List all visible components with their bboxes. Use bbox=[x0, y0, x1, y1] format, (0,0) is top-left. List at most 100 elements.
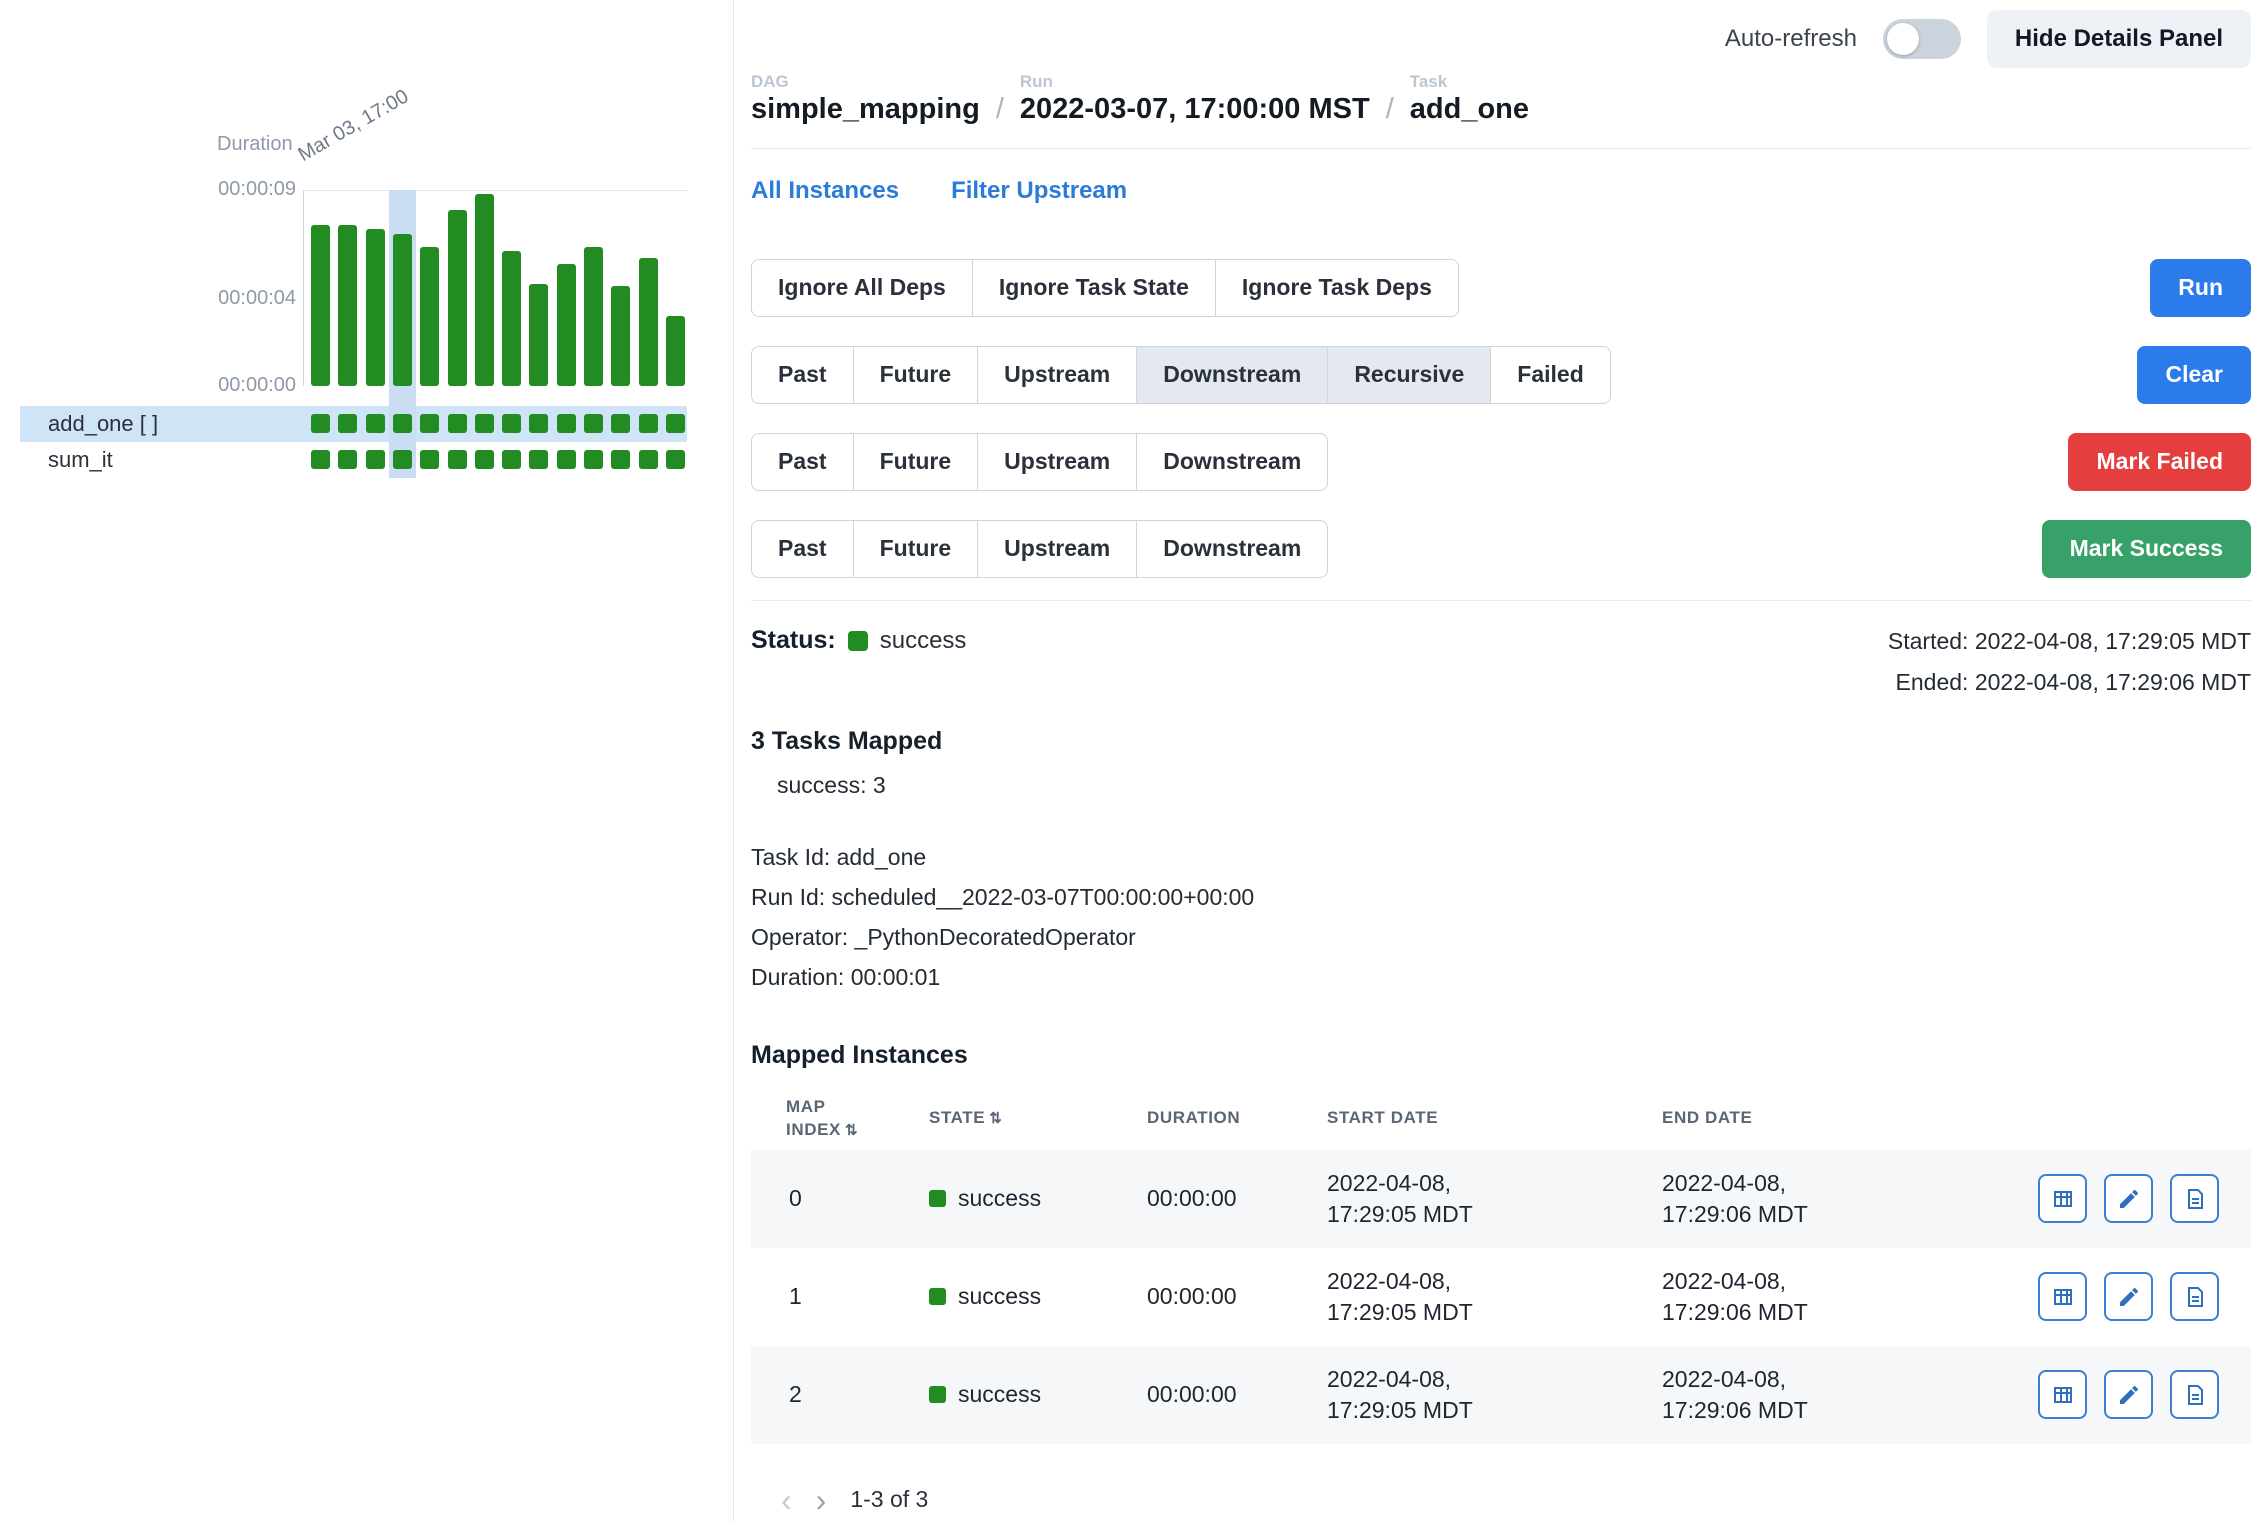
task-instance-square-success[interactable] bbox=[639, 450, 658, 469]
task-instance-square-success[interactable] bbox=[529, 414, 548, 433]
toggle-ignore-all-deps[interactable]: Ignore All Deps bbox=[751, 259, 973, 317]
action-row: PastFutureUpstreamDownstream Mark Failed bbox=[751, 433, 2251, 491]
mark-success-button[interactable]: Mark Success bbox=[2042, 520, 2251, 578]
task-instance-square-success[interactable] bbox=[611, 450, 630, 469]
grid-button[interactable] bbox=[2038, 1174, 2087, 1223]
mapped-instance-row: 2success00:00:002022-04-08, 17:29:05 MDT… bbox=[751, 1346, 2251, 1444]
duration-bar[interactable] bbox=[611, 286, 630, 386]
grid-button[interactable] bbox=[2038, 1272, 2087, 1321]
task-instance-square-success[interactable] bbox=[557, 450, 576, 469]
duration-bar[interactable] bbox=[366, 229, 385, 386]
duration-bar[interactable] bbox=[557, 264, 576, 386]
breadcrumb-task[interactable]: Task add_one bbox=[1410, 72, 1529, 126]
toggle-past[interactable]: Past bbox=[751, 433, 854, 491]
grid-panel: Duration Mar 03, 17:00 00:00:0000:00:040… bbox=[0, 0, 734, 1522]
duration-bar[interactable] bbox=[393, 234, 412, 386]
header-divider bbox=[751, 148, 2251, 149]
pagination-prev-icon[interactable]: ‹ bbox=[781, 1484, 792, 1516]
breadcrumb-dag[interactable]: DAG simple_mapping bbox=[751, 72, 980, 126]
log-button[interactable] bbox=[2170, 1370, 2219, 1419]
task-instance-square-success[interactable] bbox=[338, 450, 357, 469]
hide-details-panel-button[interactable]: Hide Details Panel bbox=[1987, 10, 2251, 68]
log-icon bbox=[2183, 1187, 2207, 1211]
toggle-downstream[interactable]: Downstream bbox=[1136, 346, 1328, 404]
duration-bar[interactable] bbox=[666, 316, 685, 386]
actions-divider bbox=[751, 600, 2251, 601]
task-id-line: Task Id: add_one bbox=[751, 837, 2251, 877]
tab-filter-upstream[interactable]: Filter Upstream bbox=[951, 177, 1127, 205]
breadcrumb-separator: / bbox=[1386, 94, 1394, 126]
breadcrumb-run[interactable]: Run 2022-03-07, 17:00:00 MST bbox=[1020, 72, 1370, 126]
task-instance-square-success[interactable] bbox=[502, 414, 521, 433]
task-instance-square-success[interactable] bbox=[557, 414, 576, 433]
toggle-future[interactable]: Future bbox=[853, 346, 979, 404]
action-row: Ignore All DepsIgnore Task StateIgnore T… bbox=[751, 259, 2251, 317]
task-instance-square-success[interactable] bbox=[393, 414, 412, 433]
task-instance-square-success[interactable] bbox=[666, 450, 685, 469]
breadcrumb-task-value: add_one bbox=[1410, 94, 1529, 126]
column-header-state[interactable]: STATE⇅ bbox=[929, 1107, 1147, 1130]
row-actions bbox=[1997, 1370, 2251, 1419]
duration-bar[interactable] bbox=[448, 210, 467, 386]
toggle-upstream[interactable]: Upstream bbox=[977, 433, 1137, 491]
breadcrumb-separator: / bbox=[996, 94, 1004, 126]
pagination-next-icon[interactable]: › bbox=[816, 1484, 827, 1516]
clear-button[interactable]: Clear bbox=[2137, 346, 2251, 404]
task-instance-square-success[interactable] bbox=[311, 414, 330, 433]
edit-button[interactable] bbox=[2104, 1174, 2153, 1223]
task-instance-square-success[interactable] bbox=[584, 450, 603, 469]
task-instance-square-success[interactable] bbox=[311, 450, 330, 469]
duration-bar[interactable] bbox=[502, 251, 521, 386]
toggle-ignore-task-state[interactable]: Ignore Task State bbox=[972, 259, 1216, 317]
task-instance-square-success[interactable] bbox=[366, 414, 385, 433]
toggle-future[interactable]: Future bbox=[853, 520, 979, 578]
grid-icon bbox=[2051, 1187, 2075, 1211]
toggle-past[interactable]: Past bbox=[751, 346, 854, 404]
toggle-upstream[interactable]: Upstream bbox=[977, 346, 1137, 404]
toggle-past[interactable]: Past bbox=[751, 520, 854, 578]
tab-all-instances[interactable]: All Instances bbox=[751, 177, 899, 205]
toggle-upstream[interactable]: Upstream bbox=[977, 520, 1137, 578]
duration-bar[interactable] bbox=[311, 225, 330, 386]
task-instance-square-success[interactable] bbox=[393, 450, 412, 469]
log-button[interactable] bbox=[2170, 1174, 2219, 1223]
duration-bar[interactable] bbox=[420, 247, 439, 386]
toggle-recursive[interactable]: Recursive bbox=[1327, 346, 1491, 404]
edit-button[interactable] bbox=[2104, 1272, 2153, 1321]
started-timestamp: Started: 2022-04-08, 17:29:05 MDT bbox=[1888, 621, 2251, 662]
toggle-downstream[interactable]: Downstream bbox=[1136, 520, 1328, 578]
auto-refresh-toggle[interactable] bbox=[1883, 19, 1961, 59]
column-header-map-index[interactable]: MAP INDEX⇅ bbox=[751, 1096, 886, 1142]
edit-button[interactable] bbox=[2104, 1370, 2153, 1419]
task-instance-square-success[interactable] bbox=[475, 450, 494, 469]
mark-failed-button[interactable]: Mark Failed bbox=[2068, 433, 2251, 491]
task-instance-square-success[interactable] bbox=[448, 414, 467, 433]
task-instance-square-success[interactable] bbox=[666, 414, 685, 433]
duration-bar[interactable] bbox=[584, 247, 603, 386]
task-instance-square-success[interactable] bbox=[475, 414, 494, 433]
task-instance-square-success[interactable] bbox=[420, 450, 439, 469]
toggle-downstream[interactable]: Downstream bbox=[1136, 433, 1328, 491]
grid-button[interactable] bbox=[2038, 1370, 2087, 1419]
duration-bar[interactable] bbox=[639, 258, 658, 386]
duration-bar[interactable] bbox=[338, 225, 357, 386]
task-instance-square-success[interactable] bbox=[502, 450, 521, 469]
task-instance-square-success[interactable] bbox=[338, 414, 357, 433]
task-instance-square-success[interactable] bbox=[420, 414, 439, 433]
toggle-ignore-task-deps[interactable]: Ignore Task Deps bbox=[1215, 259, 1459, 317]
duration-line: Duration: 00:00:01 bbox=[751, 957, 2251, 997]
start-date-cell: 2022-04-08, 17:29:05 MDT bbox=[1327, 1168, 1662, 1230]
task-instance-square-success[interactable] bbox=[366, 450, 385, 469]
duration-bar[interactable] bbox=[475, 194, 494, 386]
duration-bar[interactable] bbox=[529, 284, 548, 386]
task-instance-square-success[interactable] bbox=[529, 450, 548, 469]
toggle-failed[interactable]: Failed bbox=[1490, 346, 1610, 404]
task-instance-square-success[interactable] bbox=[639, 414, 658, 433]
toggle-future[interactable]: Future bbox=[853, 433, 979, 491]
run-button[interactable]: Run bbox=[2150, 259, 2251, 317]
task-instance-square-success[interactable] bbox=[448, 450, 467, 469]
log-button[interactable] bbox=[2170, 1272, 2219, 1321]
task-instance-square-success[interactable] bbox=[584, 414, 603, 433]
row-actions bbox=[1997, 1174, 2251, 1223]
task-instance-square-success[interactable] bbox=[611, 414, 630, 433]
